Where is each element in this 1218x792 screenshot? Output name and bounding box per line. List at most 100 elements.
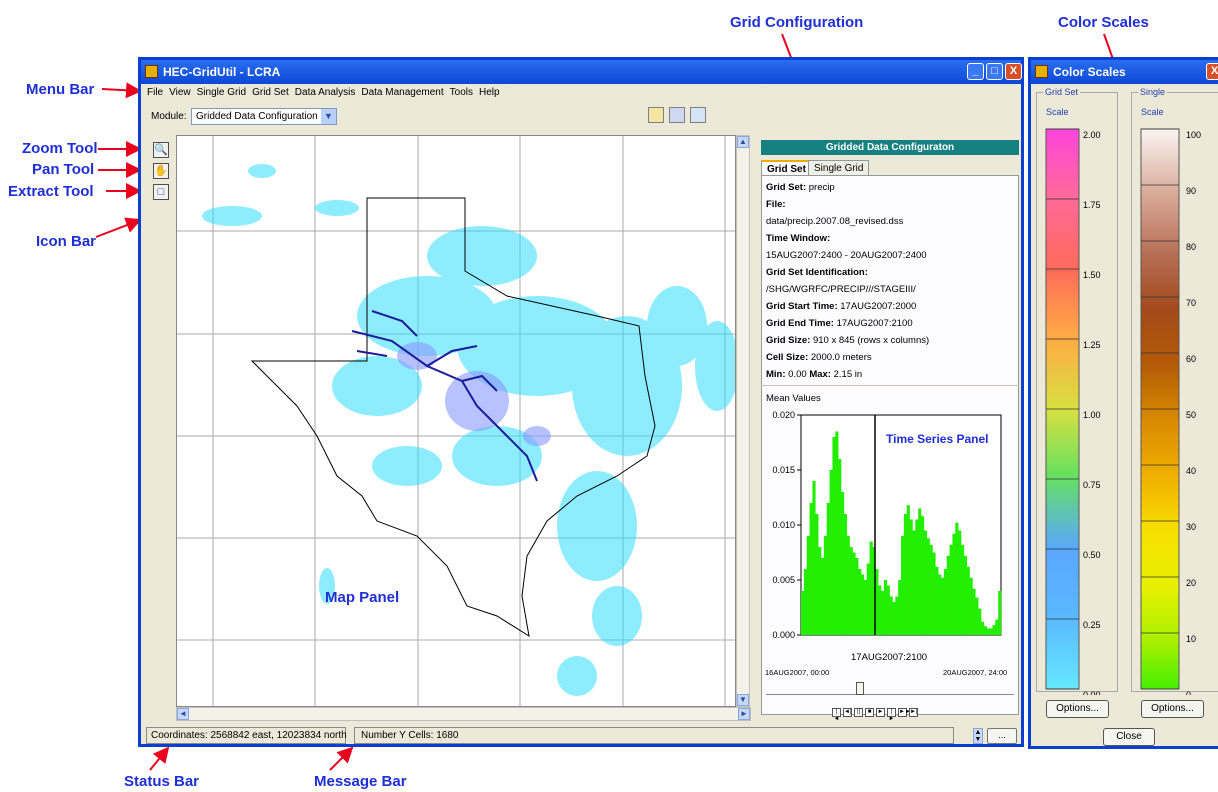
scale-tick-label: 0.00 — [1083, 690, 1101, 695]
chart-bar — [909, 519, 913, 635]
chart-bar — [949, 544, 953, 635]
color-scales-close-icon[interactable]: X — [1206, 63, 1218, 80]
cell-size-row: Cell Size: 2000.0 meters — [766, 352, 872, 363]
gsid-row: Grid Set Identification: — [766, 267, 868, 278]
config-divider — [761, 385, 1019, 386]
time-window-value: 15AUG2007:2400 - 20AUG2007:2400 — [766, 250, 927, 261]
chart-bar — [858, 569, 862, 635]
chart-bar — [892, 602, 896, 635]
first-frame-button[interactable]: |◄ — [832, 708, 841, 722]
chevron-down-icon: ▼ — [321, 109, 336, 124]
last-frame-button[interactable]: ►| — [909, 708, 918, 717]
menu-data-analysis[interactable]: Data Analysis — [295, 87, 356, 98]
chart-bar — [986, 628, 990, 635]
current-time-label: 17AUG2007:2100 — [851, 652, 928, 663]
open-folder-icon[interactable] — [648, 107, 664, 123]
message-spinner[interactable]: ▲ ▼ — [973, 728, 983, 744]
menu-help[interactable]: Help — [479, 87, 500, 98]
scroll-left-button[interactable]: ◄ — [177, 708, 189, 720]
app-icon — [145, 65, 158, 78]
y-tick-label: 0.010 — [772, 520, 795, 530]
fast-forward-button[interactable]: ►► — [898, 708, 911, 717]
icon-bar-arrow — [95, 217, 142, 238]
chart-bar — [841, 492, 845, 635]
color-scales-app-icon — [1035, 65, 1048, 78]
chart-bar — [903, 514, 908, 635]
menu-single-grid[interactable]: Single Grid — [197, 87, 246, 98]
menu-tools[interactable]: Tools — [450, 87, 473, 98]
color-scales-title-bar[interactable]: Color Scales X — [1031, 60, 1218, 84]
minimize-button[interactable]: _ — [967, 63, 984, 80]
time-series-panel-label: Time Series Panel — [886, 432, 989, 446]
color-scales-window: Color Scales X Grid Set Scale Single Sca… — [1028, 57, 1218, 749]
pause-button[interactable]: || — [854, 708, 863, 717]
play-button[interactable]: ► — [876, 708, 885, 717]
file-value: data/precip.2007.08_revised.dss — [766, 216, 904, 227]
maximize-button[interactable]: □ — [986, 63, 1003, 80]
module-label: Module: — [151, 111, 187, 122]
menu-bar-arrow — [101, 82, 142, 99]
chart-bar — [912, 530, 916, 635]
time-slider-thumb[interactable] — [856, 682, 864, 695]
stop-button[interactable]: ■ — [865, 708, 874, 717]
y-tick-label: 0.005 — [772, 575, 795, 585]
single-options-button[interactable]: Options... — [1141, 700, 1204, 718]
range-end-label: 20AUG2007, 24:00 — [943, 668, 1008, 677]
tab-grid-set[interactable]: Grid Set — [761, 160, 812, 176]
window-title: HEC-GridUtil - LCRA — [163, 65, 281, 79]
grid-end-row: Grid End Time: 17AUG2007:2100 — [766, 318, 913, 329]
range-start-label: 16AUG2007, 00:00 — [765, 668, 830, 677]
chart-bar — [826, 503, 830, 635]
min-max-row: Min: 0.00 Max: 2.15 in — [766, 369, 863, 380]
chart-bar — [998, 591, 1002, 635]
chart-bar — [869, 541, 873, 635]
chart-bar — [901, 536, 905, 635]
map-vertical-scrollbar[interactable]: ▲ ▼ — [736, 135, 750, 707]
chart-bar — [835, 431, 839, 635]
chart-bar — [983, 626, 988, 635]
step-back-button[interactable]: ◄| — [843, 708, 852, 717]
chart-bar — [815, 514, 819, 635]
scale-tick-label: 1.25 — [1083, 340, 1101, 350]
extract-tool-icon[interactable]: □ — [153, 184, 169, 200]
grid-set-group-label: Grid Set — [1043, 87, 1081, 97]
menu-file[interactable]: File — [147, 87, 163, 98]
close-button[interactable]: X — [1005, 63, 1022, 80]
chart-bar — [889, 596, 893, 635]
step-forward-button[interactable]: |► — [887, 708, 896, 722]
grid-set-options-button[interactable]: Options... — [1046, 700, 1109, 718]
time-window-row: Time Window: — [766, 233, 831, 244]
color-scales-close-button[interactable]: Close — [1103, 728, 1155, 746]
chart-bar — [946, 555, 950, 635]
chart-bar — [881, 591, 885, 635]
chart-bar — [926, 538, 930, 635]
scroll-down-button[interactable]: ▼ — [737, 694, 749, 706]
scale-tick-label: 70 — [1186, 298, 1196, 308]
module-select[interactable]: Gridded Data Configuration ▼ — [191, 108, 337, 125]
menu-grid-set[interactable]: Grid Set — [252, 87, 289, 98]
scale-tick-label: 20 — [1186, 578, 1196, 588]
menu-data-management[interactable]: Data Management — [361, 87, 443, 98]
properties-icon[interactable] — [669, 107, 685, 123]
scroll-up-button[interactable]: ▲ — [737, 136, 749, 148]
scroll-right-button[interactable]: ► — [738, 708, 750, 720]
title-bar[interactable]: HEC-GridUtil - LCRA _ □ X — [141, 60, 1022, 84]
export-icon[interactable] — [690, 107, 706, 123]
menu-view[interactable]: View — [169, 87, 191, 98]
status-bar: Coordinates: 2568842 east, 12023834 nort… — [146, 727, 347, 744]
chart-bar — [861, 574, 865, 635]
message-more-button[interactable]: ... — [987, 728, 1017, 744]
pan-tool-icon[interactable]: ✋ — [153, 163, 169, 179]
map-panel[interactable]: Map Panel — [176, 135, 736, 707]
chart-bar — [866, 563, 870, 635]
zoom-tool-icon[interactable]: 🔍 — [153, 142, 169, 158]
chart-bar — [995, 619, 999, 635]
scale-tick-label: 80 — [1186, 242, 1196, 252]
map-horizontal-scrollbar[interactable]: ◄ ► — [176, 707, 751, 721]
tab-single-grid[interactable]: Single Grid — [808, 160, 870, 176]
chart-bar — [921, 516, 925, 635]
time-slider[interactable] — [766, 682, 1014, 695]
chart-bar — [975, 597, 979, 635]
chart-bar — [992, 625, 996, 635]
scale-tick-label: 1.75 — [1083, 200, 1101, 210]
